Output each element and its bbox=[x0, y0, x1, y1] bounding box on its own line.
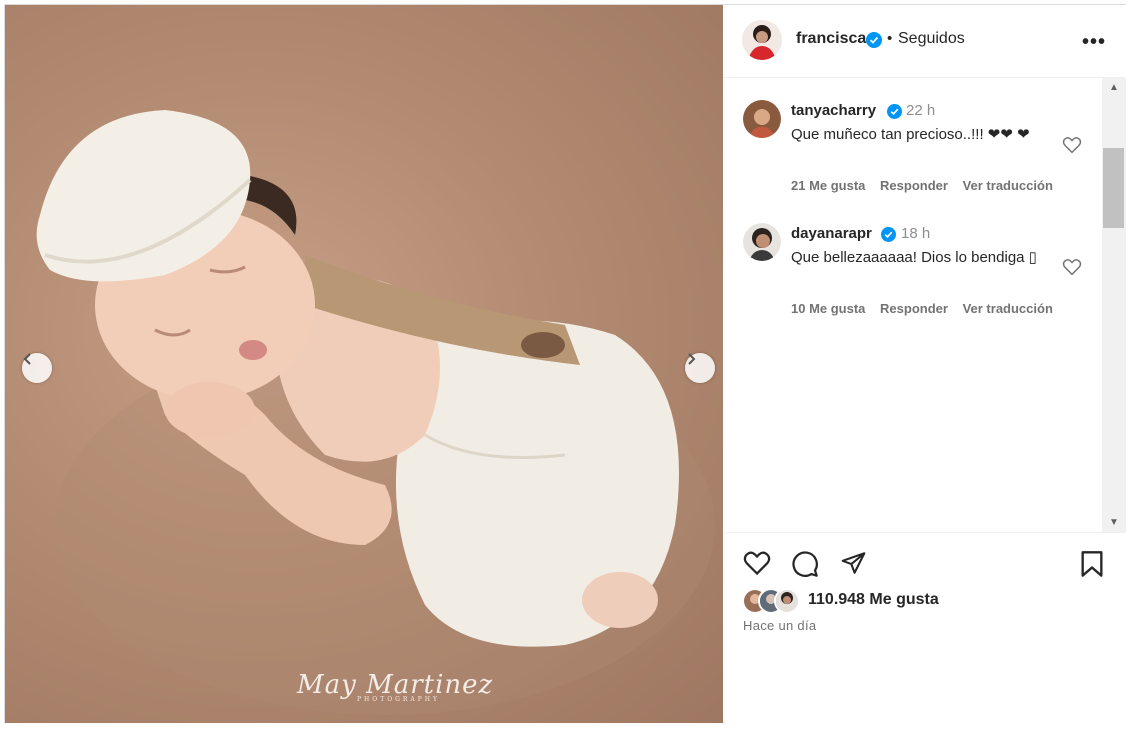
liker-avatar bbox=[774, 588, 800, 614]
heart-icon[interactable] bbox=[743, 550, 771, 576]
reply-button[interactable]: Responder bbox=[880, 178, 948, 193]
share-icon[interactable] bbox=[840, 550, 867, 576]
photographer-watermark: May Martinez PHOTOGRAPHY bbox=[297, 670, 493, 703]
post-actions-section: 110.948 Me gusta Hace un día bbox=[724, 532, 1126, 724]
translate-button[interactable]: Ver traducción bbox=[963, 301, 1053, 316]
author-avatar[interactable] bbox=[742, 20, 782, 60]
author-avatar-image bbox=[742, 20, 782, 60]
comment-username[interactable]: dayanarapr bbox=[791, 225, 872, 242]
verified-icon bbox=[866, 32, 882, 48]
baby-photo-illustration bbox=[36, 110, 715, 715]
comments-scrollbar[interactable]: ▲ ▼ bbox=[1102, 78, 1126, 533]
comment-actions: 21 Me gusta Responder Ver traducción bbox=[791, 178, 1064, 193]
chevron-right-icon bbox=[688, 353, 696, 365]
commenter-avatar-image bbox=[743, 100, 781, 138]
comment-username[interactable]: tanyacharry bbox=[791, 102, 876, 119]
post-timestamp[interactable]: Hace un día bbox=[743, 618, 816, 633]
author-username[interactable]: francisca bbox=[796, 30, 866, 48]
heart-icon[interactable] bbox=[1062, 258, 1082, 276]
commenter-avatar[interactable] bbox=[743, 100, 781, 138]
comment-text: Que muñeco tan precioso..!!! ❤❤ ❤ bbox=[791, 126, 1030, 143]
more-options-icon[interactable]: ••• bbox=[1082, 31, 1106, 54]
comments-list: tanyacharry 22 h Que muñeco tan precioso… bbox=[724, 78, 1102, 533]
likes-count[interactable]: 110.948 Me gusta bbox=[808, 591, 939, 609]
scroll-up-arrow-icon[interactable]: ▲ bbox=[1102, 78, 1126, 98]
comment-actions: 10 Me gusta Responder Ver traducción bbox=[791, 301, 1064, 316]
post-header: francisca • Seguidos ••• bbox=[724, 5, 1126, 78]
previous-photo-button[interactable] bbox=[22, 353, 52, 383]
bookmark-icon[interactable] bbox=[1080, 550, 1104, 578]
comment-time[interactable]: 22 h bbox=[906, 102, 935, 119]
reply-button[interactable]: Responder bbox=[880, 301, 948, 316]
separator-dot: • bbox=[887, 30, 893, 47]
comment-icon[interactable] bbox=[791, 550, 819, 578]
comment-likes[interactable]: 21 Me gusta bbox=[791, 178, 865, 193]
heart-icon[interactable] bbox=[1062, 136, 1082, 154]
translate-button[interactable]: Ver traducción bbox=[963, 178, 1053, 193]
commenter-avatar[interactable] bbox=[743, 223, 781, 261]
commenter-avatar-image bbox=[743, 223, 781, 261]
post-photo[interactable]: May Martinez PHOTOGRAPHY bbox=[5, 5, 723, 723]
comment-likes[interactable]: 10 Me gusta bbox=[791, 301, 865, 316]
follow-status-button[interactable]: Seguidos bbox=[898, 30, 965, 48]
chevron-left-icon bbox=[23, 353, 31, 365]
scroll-down-arrow-icon[interactable]: ▼ bbox=[1102, 513, 1126, 533]
verified-icon bbox=[887, 104, 902, 119]
comment-time[interactable]: 18 h bbox=[901, 225, 930, 242]
scroll-thumb[interactable] bbox=[1103, 148, 1124, 228]
comment-text: Que bellezaaaaaa! Dios lo bendiga ▯ bbox=[791, 249, 1037, 266]
next-photo-button[interactable] bbox=[685, 353, 715, 383]
verified-icon bbox=[881, 227, 896, 242]
post-side-panel: francisca • Seguidos ••• tanyacharry 22 … bbox=[724, 5, 1126, 723]
